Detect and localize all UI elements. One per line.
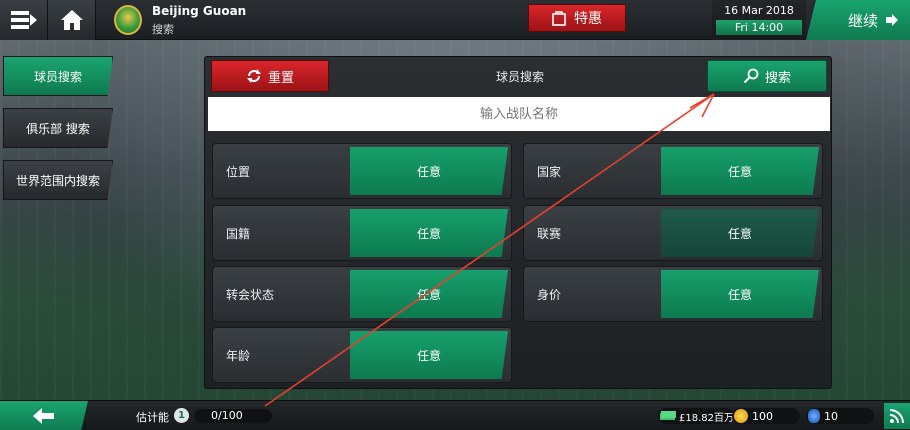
money-value: £18.82百万 [679,412,734,424]
filter-value-select[interactable]: 任意 [661,270,819,318]
money-display: £18.82百万 [658,408,734,424]
coins-display[interactable]: 100 [732,408,800,424]
filter-label: 国家 [537,165,562,179]
gems-value: 10 [824,409,838,423]
player-search-panel: 重置 球员搜索 搜索 位置 任意 国家 任意 国籍 任意 联赛 任意 转会状态 … [204,56,832,389]
sidebar-item-label: 俱乐部 搜索 [26,121,90,136]
filter-position-select[interactable]: 任意 [350,147,508,195]
date-text: 16 Mar 2018 [724,4,794,17]
reset-button[interactable]: 重置 [211,60,329,92]
sidebar-item-world-search[interactable]: 世界范围内搜索 [3,160,113,200]
filter-position: 位置 任意 [212,143,512,199]
filter-label: 联赛 [537,227,562,241]
home-button[interactable] [48,0,96,40]
filter-nationality: 国籍 任意 [212,205,512,261]
club-badge-icon [114,5,142,35]
filter-label: 转会状态 [226,288,275,302]
news-feed-button[interactable] [884,403,910,429]
gems-display[interactable]: 10 [806,408,874,424]
filter-value-range: 身价 任意 [523,266,823,322]
continue-button[interactable]: 继续 [806,0,910,40]
team-name-input[interactable] [208,97,830,131]
sidebar-item-label: 世界范围内搜索 [15,173,100,188]
sidebar-item-club-search[interactable]: 俱乐部 搜索 [3,108,113,148]
sidebar-item-player-search[interactable]: 球员搜索 [3,56,113,96]
panel-title: 球员搜索 [495,70,544,84]
home-icon [60,10,83,30]
game-date: 16 Mar 2018 Fri 14:00 [712,0,806,40]
ability-value: 0/100 [211,409,243,422]
filter-country: 国家 任意 [523,143,823,199]
rss-icon [889,409,904,424]
filter-label: 年龄 [226,349,251,363]
filter-age-select[interactable]: 任意 [350,331,508,379]
back-button[interactable] [0,401,88,430]
menu-button[interactable] [0,0,48,40]
top-bar: Beijing Guoan 搜索 特惠 16 Mar 2018 Fri 14:0… [0,0,910,40]
sidebar-item-label: 球员搜索 [33,69,82,84]
special-offer-button[interactable]: 特惠 [528,4,626,32]
back-arrow-icon [33,408,54,424]
filter-transfer-status: 转会状态 任意 [212,266,512,322]
gem-icon [808,409,820,423]
time-text: Fri 14:00 [716,20,802,35]
refresh-icon [246,69,261,83]
filter-label: 国籍 [226,227,251,241]
menu-icon [10,11,37,29]
special-offer-label: 特惠 [574,11,602,27]
estimated-ability-label: 估计能 [136,411,169,424]
cash-icon [660,411,676,420]
search-button[interactable]: 搜索 [707,60,827,92]
filter-league-select[interactable]: 任意 [661,209,819,257]
continue-label: 继续 [847,11,878,30]
filter-country-select[interactable]: 任意 [661,147,819,195]
club-name: Beijing Guoan [152,4,247,18]
filter-label: 位置 [226,165,251,179]
coin-icon [734,409,748,423]
shopping-bag-icon [552,11,566,26]
ability-badge: 1 [174,408,189,423]
search-label: 搜索 [764,70,791,86]
filter-league: 联赛 任意 [523,205,823,261]
filter-label: 身价 [537,288,562,302]
reset-label: 重置 [267,70,294,86]
page-subtitle: 搜索 [152,23,174,36]
search-icon [743,68,759,84]
bottom-bar: 估计能 1 0/100 £18.82百万 100 10 [0,400,910,430]
arrow-right-icon [886,14,898,26]
filter-transfer-status-select[interactable]: 任意 [350,270,508,318]
filter-age: 年龄 任意 [212,327,512,383]
coins-value: 100 [752,409,773,423]
filter-nationality-select[interactable]: 任意 [350,209,508,257]
